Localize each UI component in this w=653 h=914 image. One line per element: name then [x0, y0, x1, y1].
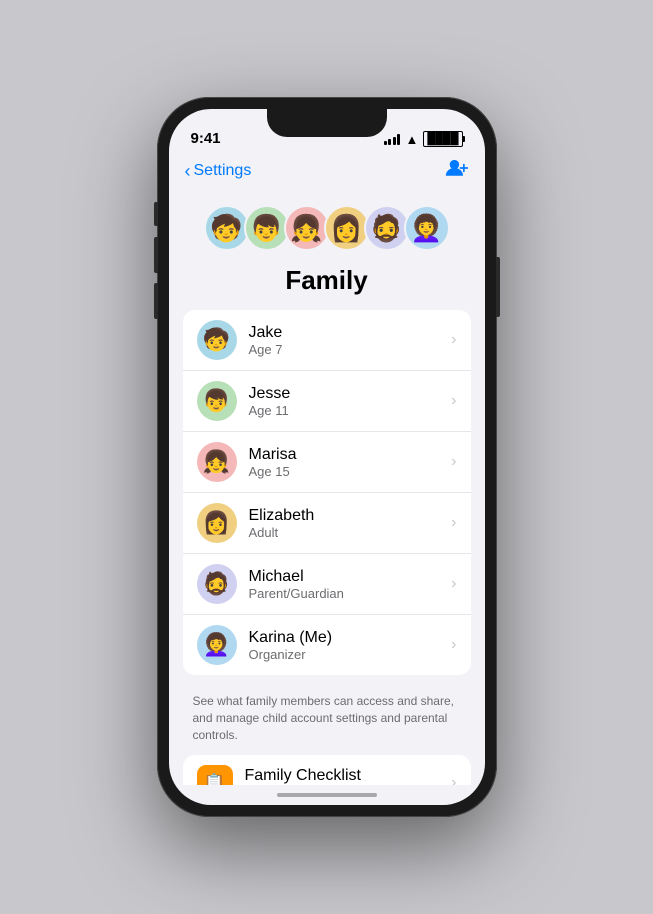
checklist-name: Family Checklist — [245, 766, 452, 785]
notch — [267, 109, 387, 137]
back-label: Settings — [194, 162, 252, 180]
page-title: Family — [169, 259, 485, 310]
back-button[interactable]: ‹ Settings — [185, 161, 252, 182]
michael-subtitle: Parent/Guardian — [249, 586, 452, 602]
family-member-michael[interactable]: 🧔 Michael Parent/Guardian › — [183, 554, 471, 615]
jake-subtitle: Age 7 — [249, 342, 452, 358]
avatar-karina-list: 👩‍🦱 — [197, 625, 237, 665]
checklist-icon-badge: 📋 — [197, 765, 233, 785]
elizabeth-name: Elizabeth — [249, 506, 452, 525]
marisa-name: Marisa — [249, 445, 452, 464]
family-member-jake[interactable]: 🧒 Jake Age 7 › — [183, 310, 471, 371]
wifi-icon: ▲ — [405, 132, 418, 147]
chevron-right-icon: › — [451, 575, 456, 593]
nav-bar: ‹ Settings — [169, 153, 485, 193]
avatar-marisa: 👧 — [284, 205, 330, 251]
avatar-michael: 🧔 — [364, 205, 410, 251]
michael-name: Michael — [249, 567, 452, 586]
avatar-elizabeth: 👩 — [324, 205, 370, 251]
avatar-elizabeth-list: 👩 — [197, 503, 237, 543]
avatar-group: 🧒 👦 👧 👩 🧔 👩‍🦱 — [169, 193, 485, 259]
chevron-right-icon: › — [451, 774, 456, 785]
volume-down-button — [154, 283, 158, 319]
cellular-signal-icon — [384, 134, 401, 145]
family-description: See what family members can access and s… — [169, 685, 485, 755]
jake-text: Jake Age 7 — [249, 323, 452, 358]
checklist-text: Family Checklist All set — [245, 766, 452, 785]
avatar-jesse-list: 👦 — [197, 381, 237, 421]
chevron-right-icon: › — [451, 453, 456, 471]
content-area: 🧒 👦 👧 👩 🧔 👩‍🦱 Family 🧒 Jake Age 7 › — [169, 193, 485, 785]
status-icons: ▲ ████ — [384, 131, 463, 147]
avatar-michael-list: 🧔 — [197, 564, 237, 604]
home-indicator — [169, 785, 485, 805]
phone-screen: 9:41 ▲ ████ ‹ Settings — [169, 109, 485, 805]
avatar-jake: 🧒 — [204, 205, 250, 251]
avatar-karina: 👩‍🦱 — [404, 205, 450, 251]
jesse-name: Jesse — [249, 384, 452, 403]
jesse-subtitle: Age 11 — [249, 403, 452, 419]
chevron-right-icon: › — [451, 331, 456, 349]
chevron-left-icon: ‹ — [185, 161, 191, 182]
add-family-button[interactable] — [445, 157, 469, 185]
family-member-karina[interactable]: 👩‍🦱 Karina (Me) Organizer › — [183, 615, 471, 675]
phone-frame: 9:41 ▲ ████ ‹ Settings — [157, 97, 497, 817]
power-button — [496, 257, 500, 317]
karina-name: Karina (Me) — [249, 628, 452, 647]
volume-up-button — [154, 237, 158, 273]
family-member-elizabeth[interactable]: 👩 Elizabeth Adult › — [183, 493, 471, 554]
chevron-right-icon: › — [451, 636, 456, 654]
elizabeth-subtitle: Adult — [249, 525, 452, 541]
elizabeth-text: Elizabeth Adult — [249, 506, 452, 541]
family-checklist-section: 📋 Family Checklist All set › — [183, 755, 471, 785]
status-time: 9:41 — [191, 130, 221, 147]
family-checklist-item[interactable]: 📋 Family Checklist All set › — [183, 755, 471, 785]
silent-switch — [154, 202, 158, 226]
home-bar — [277, 793, 377, 797]
add-person-icon — [445, 157, 469, 179]
michael-text: Michael Parent/Guardian — [249, 567, 452, 602]
marisa-subtitle: Age 15 — [249, 464, 452, 480]
jesse-text: Jesse Age 11 — [249, 384, 452, 419]
family-member-jesse[interactable]: 👦 Jesse Age 11 › — [183, 371, 471, 432]
chevron-right-icon: › — [451, 392, 456, 410]
marisa-text: Marisa Age 15 — [249, 445, 452, 480]
family-member-marisa[interactable]: 👧 Marisa Age 15 › — [183, 432, 471, 493]
avatar-jake-list: 🧒 — [197, 320, 237, 360]
chevron-right-icon: › — [451, 514, 456, 532]
family-members-list: 🧒 Jake Age 7 › 👦 Jesse Age 11 › — [183, 310, 471, 675]
jake-name: Jake — [249, 323, 452, 342]
karina-subtitle: Organizer — [249, 647, 452, 663]
battery-icon: ████ — [423, 131, 462, 147]
avatar-jesse: 👦 — [244, 205, 290, 251]
karina-text: Karina (Me) Organizer — [249, 628, 452, 663]
avatar-marisa-list: 👧 — [197, 442, 237, 482]
